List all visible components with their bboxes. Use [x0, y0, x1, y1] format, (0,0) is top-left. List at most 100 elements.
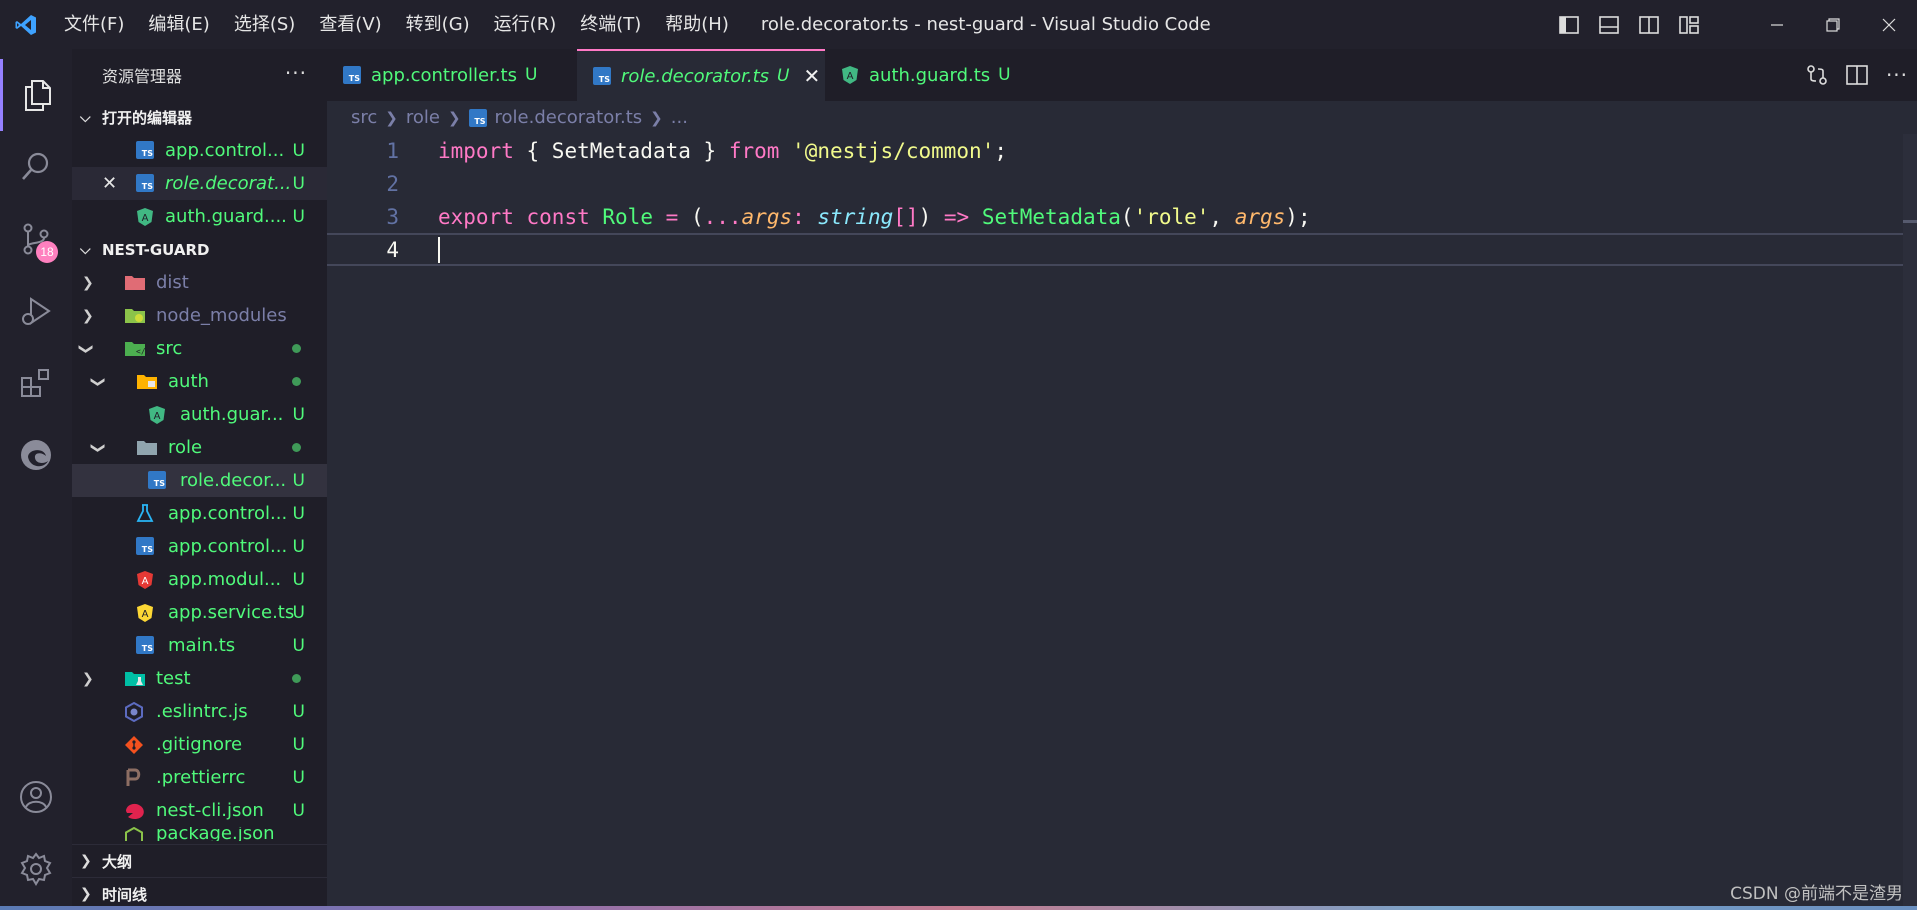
tab-role-decorator[interactable]: TS role.decorator.ts U ✕	[577, 49, 825, 101]
tree-file-role-decorator[interactable]: TS role.decor... U	[72, 464, 327, 497]
settings-gear-icon[interactable]	[0, 833, 72, 905]
menu-run[interactable]: 运行(R)	[482, 0, 569, 49]
menu-file[interactable]: 文件(F)	[52, 0, 136, 49]
project-title: NEST-GUARD	[102, 240, 210, 259]
open-editors-section[interactable]: ⌵ 打开的编辑器	[72, 101, 327, 134]
outline-section[interactable]: ❯ 大纲	[72, 844, 327, 877]
typescript-file-icon: TS	[136, 536, 156, 557]
modified-dot	[292, 377, 301, 386]
tree-folder-test[interactable]: ❯ test	[72, 662, 327, 695]
line-number: 1	[386, 138, 399, 163]
toggle-panel-icon[interactable]	[1589, 0, 1629, 49]
open-changes-icon[interactable]	[1797, 49, 1837, 101]
menu-help[interactable]: 帮助(H)	[653, 0, 741, 49]
typescript-file-icon: TS	[136, 173, 156, 194]
tab-app-controller[interactable]: TS app.controller.ts U	[327, 49, 577, 101]
close-editor-icon[interactable]: ✕	[102, 173, 117, 194]
line-number: 4	[386, 237, 399, 262]
run-debug-icon[interactable]	[0, 275, 72, 347]
tree-file-app-service[interactable]: A app.service.ts U	[72, 596, 327, 629]
project-section[interactable]: ⌵ NEST-GUARD	[72, 233, 327, 266]
tree-file-app-controller-spec[interactable]: app.control... U	[72, 497, 327, 530]
vertical-scrollbar[interactable]	[1903, 134, 1917, 910]
code-line: 1 import { SetMetadata } from '@nestjs/c…	[327, 134, 1917, 167]
angular-guard-icon: A	[148, 405, 168, 425]
code-editor[interactable]: 1 import { SetMetadata } from '@nestjs/c…	[327, 134, 1917, 910]
menu-edit[interactable]: 编辑(E)	[136, 0, 221, 49]
chevron-down-icon: ❯	[89, 375, 106, 388]
activity-bar: 18	[0, 49, 72, 910]
text-cursor	[438, 236, 440, 263]
explorer-header: 资源管理器 ···	[72, 49, 327, 101]
menu-go[interactable]: 转到(G)	[394, 0, 482, 49]
line-number: 2	[386, 171, 399, 196]
tree-folder-node-modules[interactable]: ❯ node_modules	[72, 299, 327, 332]
close-window-button[interactable]	[1861, 0, 1917, 49]
breadcrumb-src[interactable]: src	[351, 107, 377, 128]
angular-guard-icon: A	[136, 207, 156, 227]
sidebar-bottom-sections: ❯ 大纲 ❯ 时间线	[72, 844, 327, 910]
test-flask-icon	[136, 503, 156, 524]
menu-terminal[interactable]: 终端(T)	[568, 0, 653, 49]
tree-file-app-module[interactable]: A app.modul... U	[72, 563, 327, 596]
folder-src-icon: </>	[124, 339, 151, 359]
extensions-icon[interactable]	[0, 347, 72, 419]
source-control-icon[interactable]: 18	[0, 203, 72, 275]
tree-file-gitignore[interactable]: .gitignore U	[72, 728, 327, 761]
timeline-title: 时间线	[102, 885, 148, 904]
modified-dot	[292, 443, 301, 452]
toggle-secondary-sidebar-icon[interactable]	[1629, 0, 1669, 49]
modified-dot	[292, 674, 301, 683]
more-actions-icon[interactable]: ···	[285, 61, 307, 85]
tree-folder-role[interactable]: ❯ role	[72, 431, 327, 464]
toggle-primary-sidebar-icon[interactable]	[1549, 0, 1589, 49]
breadcrumb-role[interactable]: role	[406, 107, 440, 128]
explorer-sidebar: 资源管理器 ··· ⌵ 打开的编辑器 TS app.control... U ✕…	[72, 49, 327, 910]
close-tab-icon[interactable]: ✕	[803, 64, 820, 88]
search-icon[interactable]	[0, 131, 72, 203]
tree-file-auth-guard[interactable]: A auth.guar... U	[72, 398, 327, 431]
tree-file-prettierrc[interactable]: .prettierrc U	[72, 761, 327, 794]
tree-folder-auth[interactable]: ❯ auth	[72, 365, 327, 398]
split-editor-icon[interactable]	[1837, 49, 1877, 101]
svg-text:A: A	[142, 609, 149, 620]
tree-file-eslintrc[interactable]: .eslintrc.js U	[72, 695, 327, 728]
code-text: import { SetMetadata } from '@nestjs/com…	[438, 138, 1007, 163]
breadcrumb-file[interactable]: role.decorator.ts	[495, 107, 643, 128]
open-editor-item[interactable]: A auth.guard.... U	[72, 200, 327, 233]
title-bar-controls	[1549, 0, 1917, 49]
open-editor-item-active[interactable]: ✕ TS role.decorat... U	[72, 167, 327, 200]
tree-folder-src[interactable]: ❯ </> src	[72, 332, 327, 365]
edge-devtools-icon[interactable]	[0, 419, 72, 491]
outline-title: 大纲	[102, 852, 133, 871]
angular-service-icon: A	[136, 603, 156, 623]
restore-button[interactable]	[1805, 0, 1861, 49]
code-line-current: 4	[327, 233, 1917, 266]
tree-folder-dist[interactable]: ❯ dist	[72, 266, 327, 299]
more-actions-icon[interactable]: ···	[1877, 49, 1917, 101]
svg-text:A: A	[847, 71, 854, 82]
code-line: 3 export const Role = (...args: string[]…	[327, 200, 1917, 233]
tree-file-nest-cli[interactable]: nest-cli.json U	[72, 794, 327, 827]
account-icon[interactable]	[0, 761, 72, 833]
tree-file-main[interactable]: TS main.ts U	[72, 629, 327, 662]
tab-auth-guard[interactable]: A auth.guard.ts U	[825, 49, 1035, 101]
menu-selection[interactable]: 选择(S)	[222, 0, 307, 49]
open-editor-item[interactable]: TS app.control... U	[72, 134, 327, 167]
tab-status: U	[524, 65, 538, 85]
breadcrumb-symbol[interactable]: ...	[671, 107, 688, 128]
explorer-icon[interactable]	[0, 59, 72, 131]
svg-text:A: A	[142, 213, 149, 224]
chevron-right-icon: ❯	[650, 108, 663, 127]
minimize-button[interactable]	[1749, 0, 1805, 49]
chevron-right-icon: ❯	[82, 307, 94, 324]
tree-file-package-json[interactable]: package.json	[72, 827, 327, 841]
menu-view[interactable]: 查看(V)	[307, 0, 393, 49]
editor-actions: ···	[1797, 49, 1917, 101]
angular-module-icon: A	[136, 570, 156, 590]
customize-layout-icon[interactable]	[1669, 0, 1709, 49]
explorer-title: 资源管理器	[102, 67, 183, 86]
folder-auth-icon	[136, 372, 157, 392]
tree-file-app-controller[interactable]: TS app.control... U	[72, 530, 327, 563]
chevron-right-icon: ❯	[447, 108, 461, 127]
